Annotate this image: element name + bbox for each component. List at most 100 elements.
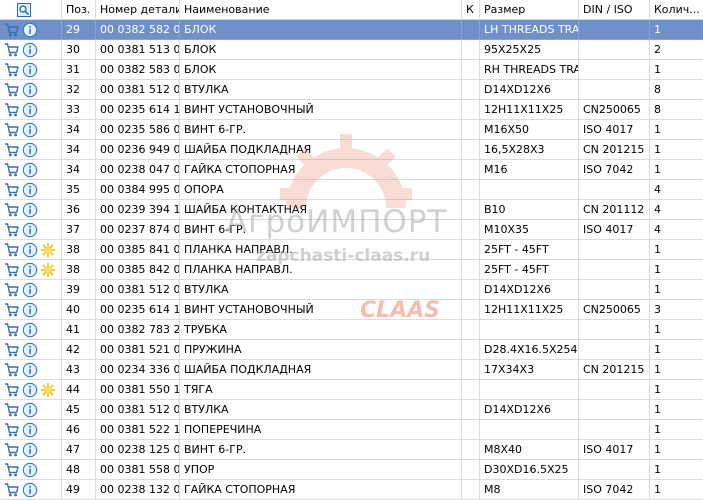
info-icon[interactable] — [22, 102, 38, 118]
column-header-k[interactable]: К — [462, 0, 480, 19]
info-icon[interactable] — [22, 122, 38, 138]
table-row[interactable]: 35 00 0384 995 0 ОПОРА 4 — [0, 180, 703, 200]
row-size — [480, 320, 579, 340]
table-row[interactable]: 44 00 0381 550 1 ТЯГА 1 — [0, 380, 703, 400]
table-row[interactable]: 41 00 0382 783 2 ТРУБКА 1 — [0, 320, 703, 340]
row-name: ВИНТ УСТАНОВОЧНЫЙ — [180, 100, 462, 120]
row-size: 12H11X11X25 — [480, 300, 579, 320]
cart-icon[interactable] — [4, 242, 20, 258]
table-row[interactable]: 47 00 0238 125 0 ВИНТ 6-ГР. M8X40 ISO 4017 1 — [0, 440, 703, 460]
column-header-size[interactable]: Размер — [480, 0, 579, 19]
column-header-qty[interactable]: Колич... — [650, 0, 703, 19]
info-icon[interactable] — [22, 482, 38, 498]
table-row[interactable]: 38 00 0385 841 0 ПЛАНКА НАПРАВЛ. 25FT - 45F… — [0, 240, 703, 260]
cart-icon[interactable] — [4, 62, 20, 78]
cart-icon[interactable] — [4, 482, 20, 498]
table-row[interactable]: 39 00 0381 512 0 ВТУЛКА D14XD12X6 1 — [0, 280, 703, 300]
info-icon[interactable] — [22, 302, 38, 318]
table-row[interactable]: 36 00 0239 394 1 ШАЙБА КОНТАКТНАЯ B10 CN 201… — [0, 200, 703, 220]
info-icon[interactable] — [22, 42, 38, 58]
table-row[interactable]: 45 00 0381 512 0 ВТУЛКА D14XD12X6 1 — [0, 400, 703, 420]
cart-icon[interactable] — [4, 322, 20, 338]
row-pos: 30 — [62, 40, 96, 60]
info-icon[interactable] — [22, 162, 38, 178]
column-header-pos[interactable]: Поз. — [62, 0, 96, 19]
table-row[interactable]: 31 00 0382 583 0 БЛОК RH THREADS TRAP 1 — [0, 60, 703, 80]
column-header-part-number[interactable]: Номер детали — [96, 0, 180, 19]
row-k — [462, 80, 480, 100]
table-row[interactable]: 33 00 0235 614 1 ВИНТ УСТАНОВОЧНЫЙ 12H11X11… — [0, 100, 703, 120]
row-pos: 33 — [62, 100, 96, 120]
info-icon[interactable] — [22, 362, 38, 378]
row-part-number: 00 0382 783 2 — [96, 320, 180, 340]
info-icon[interactable] — [22, 462, 38, 478]
table-row[interactable]: 49 00 0238 132 0 ГАЙКА СТОПОРНАЯ M8 ISO 7042… — [0, 480, 703, 500]
cart-icon[interactable] — [4, 342, 20, 358]
table-row[interactable]: 29 00 0382 582 0 БЛОК LH THREADS TRAP 1 — [0, 20, 703, 40]
cart-icon[interactable] — [4, 182, 20, 198]
info-icon[interactable] — [22, 222, 38, 238]
info-icon[interactable] — [22, 402, 38, 418]
info-icon[interactable] — [22, 322, 38, 338]
table-row[interactable]: 42 00 0381 521 0 ПРУЖИНА D28.4X16.5X254 1 — [0, 340, 703, 360]
cart-icon[interactable] — [4, 462, 20, 478]
info-icon[interactable] — [22, 82, 38, 98]
cart-icon[interactable] — [4, 262, 20, 278]
header-icon-cell[interactable] — [0, 0, 62, 19]
info-icon[interactable] — [22, 282, 38, 298]
row-part-number: 00 0381 512 0 — [96, 400, 180, 420]
row-icons — [4, 142, 40, 158]
table-row[interactable]: 40 00 0235 614 1 ВИНТ УСТАНОВОЧНЫЙ 12H11X11… — [0, 300, 703, 320]
cart-icon[interactable] — [4, 402, 20, 418]
info-icon[interactable] — [22, 182, 38, 198]
table-row[interactable]: 37 00 0237 874 0 ВИНТ 6-ГР. M10X35 ISO 4017 4 — [0, 220, 703, 240]
table-row[interactable]: 34 00 0235 586 0 ВИНТ 6-ГР. M16X50 ISO 4017 1 — [0, 120, 703, 140]
info-icon[interactable] — [22, 142, 38, 158]
table-row[interactable]: 34 00 0238 047 0 ГАЙКА СТОПОРНАЯ M16 ISO 704… — [0, 160, 703, 180]
info-icon[interactable] — [22, 262, 38, 278]
table-row[interactable]: 46 00 0381 522 1 ПОПЕРЕЧИНА 1 — [0, 420, 703, 440]
cart-icon[interactable] — [4, 362, 20, 378]
column-header-name[interactable]: Наименование — [180, 0, 462, 19]
row-part-number: 00 0381 558 0 — [96, 460, 180, 480]
cart-icon[interactable] — [4, 282, 20, 298]
cart-icon[interactable] — [4, 302, 20, 318]
cart-icon[interactable] — [4, 222, 20, 238]
cart-icon[interactable] — [4, 42, 20, 58]
info-icon[interactable] — [22, 382, 38, 398]
table-row[interactable]: 34 00 0236 949 0 ШАЙБА ПОДКЛАДНАЯ 16,5X28X3… — [0, 140, 703, 160]
row-name: ШАЙБА КОНТАКТНАЯ — [180, 200, 462, 220]
info-icon[interactable] — [22, 422, 38, 438]
info-icon[interactable] — [22, 202, 38, 218]
info-icon[interactable] — [22, 22, 38, 38]
info-icon[interactable] — [22, 342, 38, 358]
row-name: ПЛАНКА НАПРАВЛ. — [180, 260, 462, 280]
cart-icon[interactable] — [4, 382, 20, 398]
row-actions-cell — [0, 440, 62, 460]
row-pos: 45 — [62, 400, 96, 420]
table-row[interactable]: 48 00 0381 558 0 УПОР D30XD16.5X25 1 — [0, 460, 703, 480]
table-row[interactable]: 30 00 0381 513 0 БЛОК 95X25X25 2 — [0, 40, 703, 60]
document-search-icon[interactable] — [16, 2, 32, 18]
column-header-din-iso[interactable]: DIN / ISO — [579, 0, 650, 19]
cart-icon[interactable] — [4, 162, 20, 178]
cart-icon[interactable] — [4, 82, 20, 98]
info-icon[interactable] — [22, 242, 38, 258]
info-icon[interactable] — [22, 62, 38, 78]
table-row[interactable]: 38 00 0385 842 0 ПЛАНКА НАПРАВЛ. 25FT - 45F… — [0, 260, 703, 280]
row-part-number: 00 0239 394 1 — [96, 200, 180, 220]
cart-icon[interactable] — [4, 142, 20, 158]
cart-icon[interactable] — [4, 122, 20, 138]
info-icon[interactable] — [22, 442, 38, 458]
cart-icon[interactable] — [4, 102, 20, 118]
table-row[interactable]: 32 00 0381 512 0 ВТУЛКА D14XD12X6 8 — [0, 80, 703, 100]
cart-icon[interactable] — [4, 202, 20, 218]
row-icons — [4, 222, 40, 238]
row-din-iso: CN250065 — [579, 100, 650, 120]
cart-icon[interactable] — [4, 22, 20, 38]
cart-icon[interactable] — [4, 422, 20, 438]
table-row[interactable]: 43 00 0234 336 0 ШАЙБА ПОДКЛАДНАЯ 17X34X3 CN… — [0, 360, 703, 380]
row-name: ВИНТ 6-ГР. — [180, 220, 462, 240]
row-k — [462, 400, 480, 420]
cart-icon[interactable] — [4, 442, 20, 458]
